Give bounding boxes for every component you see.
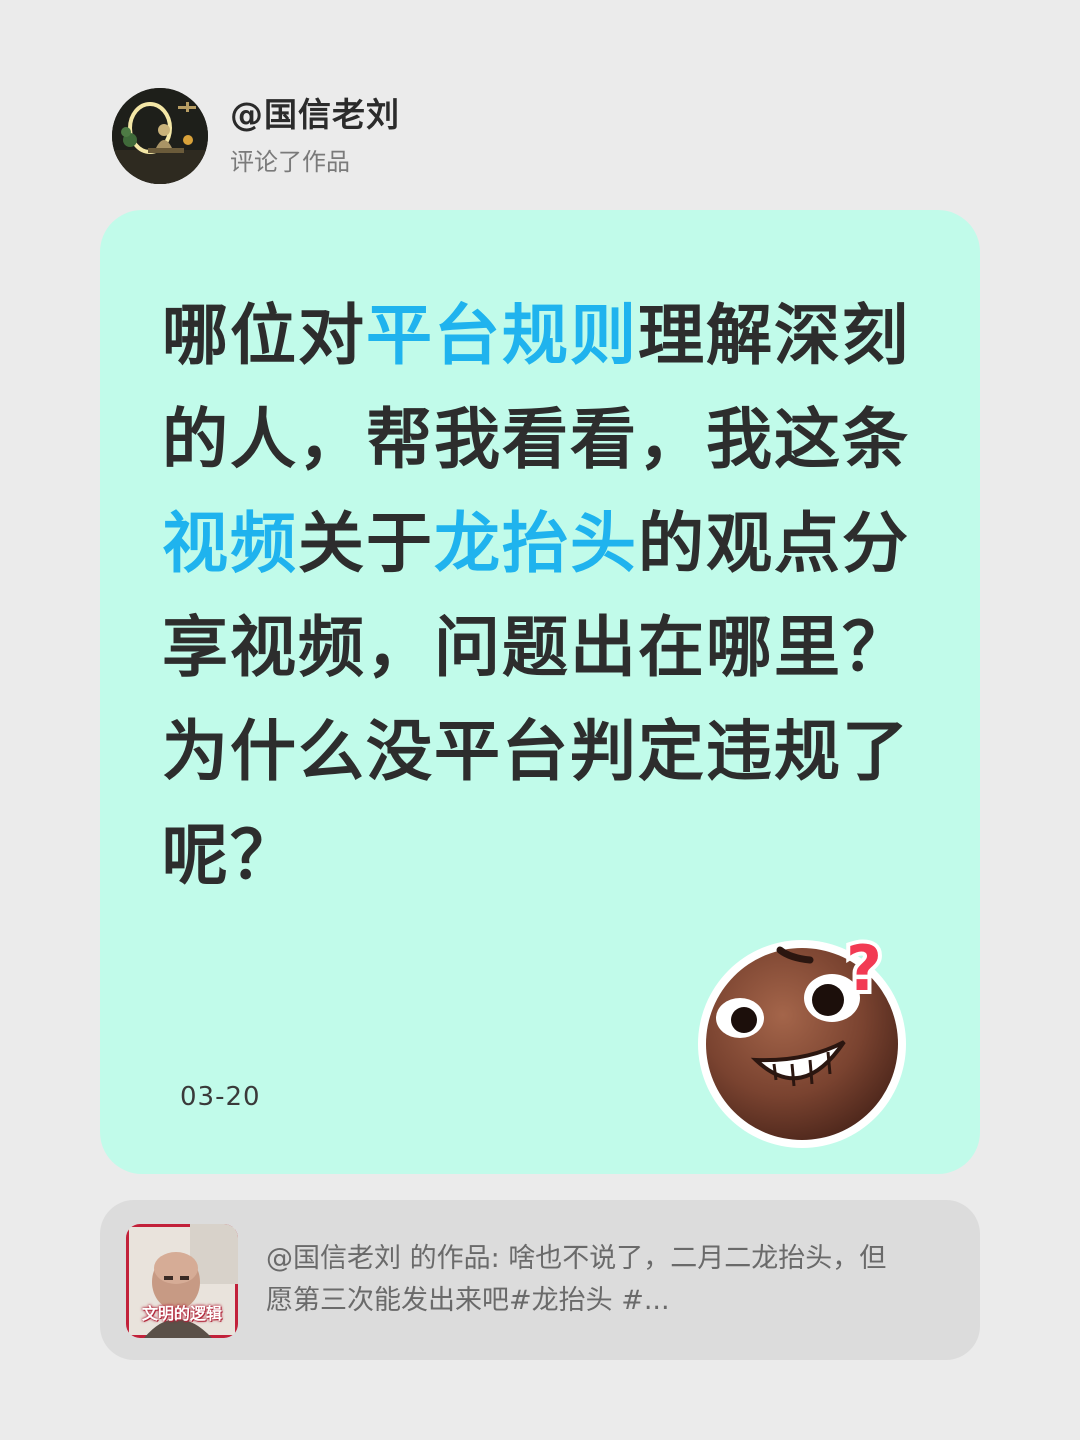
comment-highlight-platform-rules[interactable]: 平台规则 [366, 297, 638, 374]
comment-header: @国信老刘 评论了作品 [112, 88, 400, 184]
comment-segment: 关于 [298, 505, 434, 582]
referenced-video-card[interactable]: 文明的逻辑 @国信老刘 的作品: 啥也不说了，二月二龙抬头，但愿第三次能发出来吧… [100, 1200, 980, 1360]
thumbnail-caption: 文明的逻辑 [141, 1304, 222, 1323]
username[interactable]: @国信老刘 [230, 95, 400, 135]
comment-card: 哪位对平台规则理解深刻的人，帮我看看，我这条视频关于龙抬头的观点分享视频，问题出… [100, 210, 980, 1174]
video-thumbnail[interactable]: 文明的逻辑 [126, 1224, 238, 1338]
svg-text:?: ? [846, 932, 882, 1005]
action-subtitle: 评论了作品 [230, 148, 350, 176]
referenced-video-description[interactable]: @国信老刘 的作品: 啥也不说了，二月二龙抬头，但愿第三次能发出来吧#龙抬头 #… [266, 1238, 906, 1322]
comment-highlight-video[interactable]: 视频 [162, 505, 298, 582]
comment-highlight-longtaitou[interactable]: 龙抬头 [434, 505, 638, 582]
header-text-group: @国信老刘 评论了作品 [230, 95, 400, 177]
avatar-image [112, 88, 208, 184]
comment-date: 03-20 [180, 1082, 261, 1112]
confused-smiling-face-icon: ? ? [694, 928, 914, 1152]
question-mark-icon: ? ? [842, 928, 886, 1009]
comment-text: 哪位对平台规则理解深刻的人，帮我看看，我这条视频关于龙抬头的观点分享视频，问题出… [162, 284, 922, 908]
user-avatar[interactable] [112, 88, 208, 184]
comment-segment: 哪位对 [162, 297, 366, 374]
